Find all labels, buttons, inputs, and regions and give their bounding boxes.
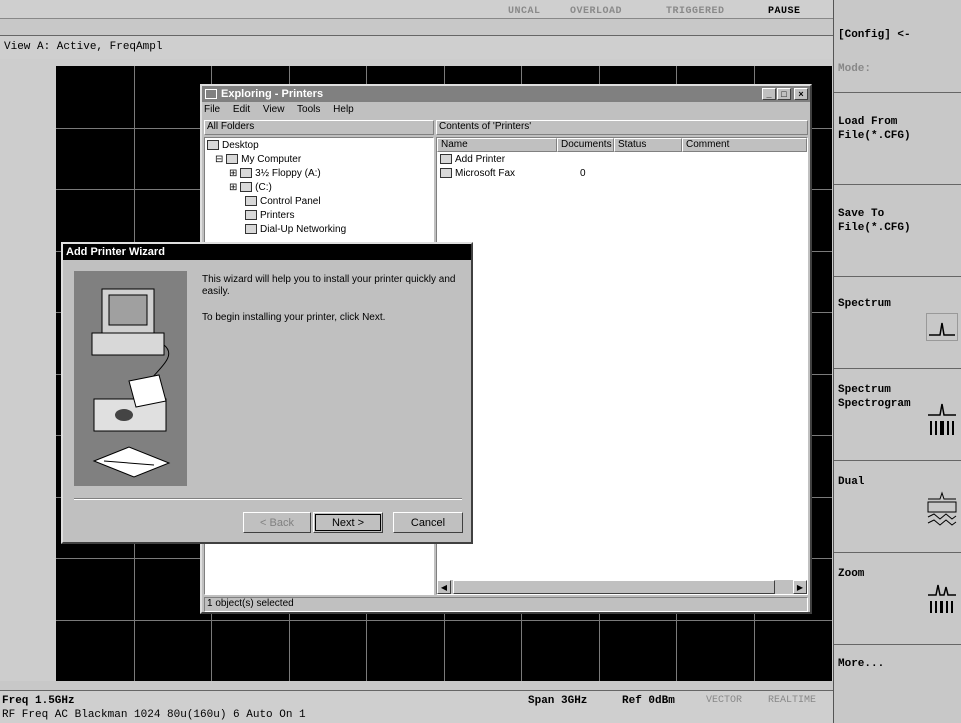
wizard-illustration xyxy=(74,271,187,486)
close-button[interactable]: × xyxy=(794,88,808,100)
add-printer-icon xyxy=(440,154,452,165)
mode-label-box: Mode: xyxy=(834,56,961,92)
bottom-status: Freq 1.5GHz RF Freq AC Blackman 1024 80u… xyxy=(0,690,833,723)
realtime-indicator: REALTIME xyxy=(768,695,817,706)
wizard-divider xyxy=(74,498,462,500)
wizard-title: Add Printer Wizard xyxy=(66,246,165,258)
scroll-left-arrow-icon[interactable]: ◀ xyxy=(437,580,451,594)
scroll-thumb[interactable] xyxy=(453,580,775,594)
zoom-icon xyxy=(928,584,956,613)
add-printer-wizard[interactable]: Add Printer Wizard This wizard will help… xyxy=(61,242,473,544)
tree-my-computer[interactable]: ⊟ My Computer xyxy=(215,154,301,165)
spectrum-label: Spectrum xyxy=(838,298,891,310)
floppy-icon xyxy=(240,168,253,179)
span-readout: Span 3GHz xyxy=(528,695,588,707)
status-overload: OVERLOAD xyxy=(570,6,623,17)
menu-view[interactable]: View xyxy=(263,104,285,115)
maximize-button[interactable]: □ xyxy=(777,88,791,100)
tree-control-panel[interactable]: Control Panel xyxy=(245,196,321,207)
load-config-label: Load From File(*.CFG) xyxy=(838,116,911,142)
tree-floppy[interactable]: ⊞ 3½ Floppy (A:) xyxy=(229,168,321,179)
back-button[interactable]: < Back xyxy=(243,512,311,533)
spectrum-icon xyxy=(926,313,958,341)
explorer-title: Exploring - Printers xyxy=(221,88,324,100)
freq-readout: Freq 1.5GHz xyxy=(2,695,75,707)
dual-label: Dual xyxy=(838,476,865,488)
contents-pane[interactable]: Name Documents Status Comment Add Printe… xyxy=(436,137,808,595)
dialup-icon xyxy=(245,224,257,235)
explorer-statusbar: 1 object(s) selected xyxy=(204,597,808,612)
save-config-label: Save To File(*.CFG) xyxy=(838,208,911,234)
contents-header: Contents of 'Printers' xyxy=(436,120,808,135)
status-bar: UNCAL OVERLOAD TRIGGERED PAUSE xyxy=(0,0,833,19)
drive-icon xyxy=(240,182,253,193)
spectrogram-mode-softkey[interactable]: Spectrum Spectrogram xyxy=(834,368,961,460)
menu-file[interactable]: File xyxy=(204,104,220,115)
cancel-button[interactable]: Cancel xyxy=(393,512,463,533)
load-config-softkey[interactable]: Load From File(*.CFG) xyxy=(834,92,961,184)
fax-printer-icon xyxy=(440,168,452,179)
more-softkey[interactable]: More... xyxy=(834,644,961,723)
spectrogram-label: Spectrum Spectrogram xyxy=(838,384,911,410)
explorer-icon xyxy=(205,89,217,99)
desktop-icon xyxy=(207,140,219,151)
dual-view-icon xyxy=(927,491,957,526)
ref-readout: Ref 0dBm xyxy=(622,695,675,707)
spectrum-mode-softkey[interactable]: Spectrum xyxy=(834,276,961,368)
wizard-instruction-text: To begin installing your printer, click … xyxy=(202,312,386,323)
zoom-label: Zoom xyxy=(838,568,865,580)
explorer-titlebar[interactable]: Exploring - Printers _ □ × xyxy=(202,86,810,102)
vector-indicator: VECTOR xyxy=(706,695,743,706)
mode-label: Mode: xyxy=(838,63,872,75)
dual-mode-softkey[interactable]: Dual xyxy=(834,460,961,552)
tree-dialup[interactable]: Dial-Up Networking xyxy=(245,224,346,235)
control-panel-icon xyxy=(245,196,257,207)
wizard-intro-text: This wizard will help you to install you… xyxy=(202,274,456,297)
view-label: View A: Active, FreqAmpl xyxy=(4,41,163,53)
col-status[interactable]: Status xyxy=(614,138,682,152)
status-triggered: TRIGGERED xyxy=(666,6,725,17)
col-comment[interactable]: Comment xyxy=(682,138,807,152)
list-item[interactable]: Microsoft Fax xyxy=(440,168,515,179)
all-folders-header: All Folders xyxy=(204,120,434,135)
fax-documents-count: 0 xyxy=(580,168,586,179)
horizontal-scrollbar[interactable]: ◀ ▶ xyxy=(437,580,807,594)
printers-folder-icon xyxy=(245,210,257,221)
tree-printers[interactable]: Printers xyxy=(245,210,294,221)
more-label: More... xyxy=(838,658,885,670)
status-pause: PAUSE xyxy=(768,6,801,17)
wizard-titlebar[interactable]: Add Printer Wizard xyxy=(63,244,471,260)
status-uncal: UNCAL xyxy=(508,6,541,17)
spectrum-spectrogram-icon xyxy=(928,403,956,435)
save-config-softkey[interactable]: Save To File(*.CFG) xyxy=(834,184,961,276)
softkey-panel: [Config] <- Mode: Load From File(*.CFG) … xyxy=(833,0,961,723)
computer-icon xyxy=(226,154,239,165)
menu-edit[interactable]: Edit xyxy=(233,104,250,115)
col-name[interactable]: Name xyxy=(437,138,557,152)
tree-c-drive[interactable]: ⊞ (C:) xyxy=(229,182,272,193)
menu-help[interactable]: Help xyxy=(333,104,354,115)
scroll-right-arrow-icon[interactable]: ▶ xyxy=(793,580,807,594)
tree-desktop[interactable]: Desktop xyxy=(207,140,259,151)
printer-computer-illustration xyxy=(91,288,171,478)
zoom-mode-softkey[interactable]: Zoom xyxy=(834,552,961,644)
next-button[interactable]: Next > xyxy=(313,512,383,533)
menu-tools[interactable]: Tools xyxy=(297,104,320,115)
list-item[interactable]: Add Printer xyxy=(440,154,505,165)
rf-settings-readout: RF Freq AC Blackman 1024 80u(160u) 6 Aut… xyxy=(2,709,306,721)
view-label-bar: View A: Active, FreqAmpl xyxy=(0,35,833,59)
config-label: [Config] <- xyxy=(838,29,911,41)
col-documents[interactable]: Documents xyxy=(557,138,614,152)
explorer-menubar: File Edit View Tools Help xyxy=(204,104,364,115)
minimize-button[interactable]: _ xyxy=(762,88,776,100)
